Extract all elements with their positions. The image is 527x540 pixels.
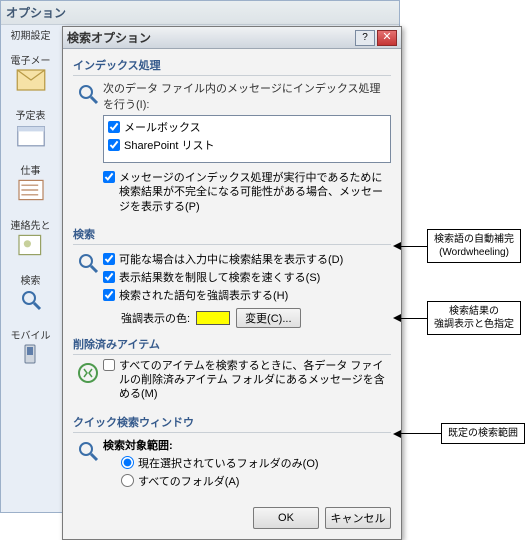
close-button[interactable]: ✕	[377, 30, 397, 46]
annotation-scope-text: 既定の検索範囲	[441, 423, 525, 444]
group-quick: クイック検索ウィンドウ 検索対象範囲: 現在選択されているフォルダのみ(O) す…	[73, 412, 391, 491]
annotation-scope: 既定の検索範囲	[393, 423, 525, 444]
dialog-title: 検索オプション	[67, 29, 353, 46]
group-deleted: 削除済みアイテム すべてのアイテムを検索するときに、各データ ファイルの削除済み…	[73, 334, 391, 406]
tasks-icon	[16, 178, 46, 202]
scope-radio-current-label: 現在選択されているフォルダのみ(O)	[138, 455, 319, 471]
annotation-wordwheel: 検索語の自動補完(Wordwheeling)	[393, 229, 521, 263]
change-color-button[interactable]: 変更(C)...	[236, 308, 300, 328]
sidebar-item-mail[interactable]: 電子メー	[3, 48, 58, 103]
sidebar-item-calendar[interactable]: 予定表	[3, 103, 58, 158]
highlight-checkbox[interactable]	[103, 289, 115, 301]
highlight-color-swatch	[196, 311, 230, 325]
group-title-search: 検索	[73, 224, 391, 245]
recycle-icon	[73, 359, 103, 406]
scope-radio-current[interactable]	[121, 456, 134, 469]
dialog-button-row: OK キャンセル	[63, 501, 401, 539]
indexing-checkbox-mailbox[interactable]	[108, 121, 120, 133]
scope-label: 検索対象範囲:	[103, 437, 391, 453]
scope-radio-all-label: すべてのフォルダ(A)	[138, 473, 239, 489]
annotation-highlight-text: 検索結果の強調表示と色指定	[427, 301, 521, 335]
group-title-deleted: 削除済みアイテム	[73, 334, 391, 355]
help-button[interactable]: ?	[355, 30, 375, 46]
indexing-checkbox-sharepoint[interactable]	[108, 139, 120, 151]
search-icon	[16, 288, 46, 312]
group-indexing: インデックス処理 次のデータ ファイル内のメッセージにインデックス処理を行う(I…	[73, 55, 391, 218]
highlight-label: 検索された語句を強調表示する(H)	[119, 289, 391, 303]
contacts-icon	[16, 233, 46, 257]
calendar-icon	[16, 123, 46, 147]
mobile-icon	[16, 343, 46, 367]
auto-display-label: 可能な場合は入力中に検索結果を表示する(D)	[119, 253, 391, 267]
sidebar-item-search[interactable]: 検索	[3, 268, 58, 323]
group-search: 検索 可能な場合は入力中に検索結果を表示する(D) 表示結果数を制限して検索を速…	[73, 224, 391, 328]
close-icon: ✕	[382, 32, 391, 43]
highlight-color-label: 強調表示の色:	[121, 310, 190, 326]
include-deleted-label: すべてのアイテムを検索するときに、各データ ファイルの削除済みアイテム フォルダ…	[119, 359, 391, 402]
mail-icon	[16, 68, 46, 92]
magnifier-icon	[73, 249, 103, 328]
indexing-prompt-label: メッセージのインデックス処理が実行中であるために検索結果が不完全になる可能性があ…	[119, 171, 391, 214]
include-deleted-checkbox[interactable]	[103, 359, 115, 371]
cancel-button[interactable]: キャンセル	[325, 507, 391, 529]
options-title: オプション	[1, 1, 399, 25]
indexing-prompt-checkbox[interactable]	[103, 171, 115, 183]
indexing-item-sharepoint[interactable]: SharePoint リスト	[108, 136, 386, 154]
limit-results-label: 表示結果数を制限して検索を速くする(S)	[119, 271, 391, 285]
magnifier-icon	[73, 437, 103, 491]
dialog-titlebar: 検索オプション ? ✕	[63, 27, 401, 49]
annotation-wordwheel-text: 検索語の自動補完(Wordwheeling)	[427, 229, 521, 263]
sidebar-item-contacts[interactable]: 連絡先と	[3, 213, 58, 268]
indexing-listbox[interactable]: メールボックス SharePoint リスト	[103, 115, 391, 163]
annotation-highlight: 検索結果の強調表示と色指定	[393, 301, 521, 335]
magnifier-icon	[73, 80, 103, 218]
scope-radio-all[interactable]	[121, 474, 134, 487]
sidebar-item-tasks[interactable]: 仕事	[3, 158, 58, 213]
sidebar-item-mobile[interactable]: モバイル	[3, 323, 58, 378]
indexing-label: 次のデータ ファイル内のメッセージにインデックス処理を行う(I):	[103, 80, 391, 112]
group-title-quick: クイック検索ウィンドウ	[73, 412, 391, 433]
sidebar-item-prefs[interactable]: 初期設定	[3, 23, 58, 48]
auto-display-checkbox[interactable]	[103, 253, 115, 265]
ok-button[interactable]: OK	[253, 507, 319, 529]
search-options-dialog: 検索オプション ? ✕ インデックス処理 次のデータ ファイル内のメッセージにイ…	[62, 26, 402, 540]
indexing-item-mailbox[interactable]: メールボックス	[108, 118, 386, 136]
group-title-indexing: インデックス処理	[73, 55, 391, 76]
options-sidebar: 初期設定 電子メー 予定表 仕事 連絡先と 検索 モバイル	[3, 23, 58, 378]
limit-results-checkbox[interactable]	[103, 271, 115, 283]
